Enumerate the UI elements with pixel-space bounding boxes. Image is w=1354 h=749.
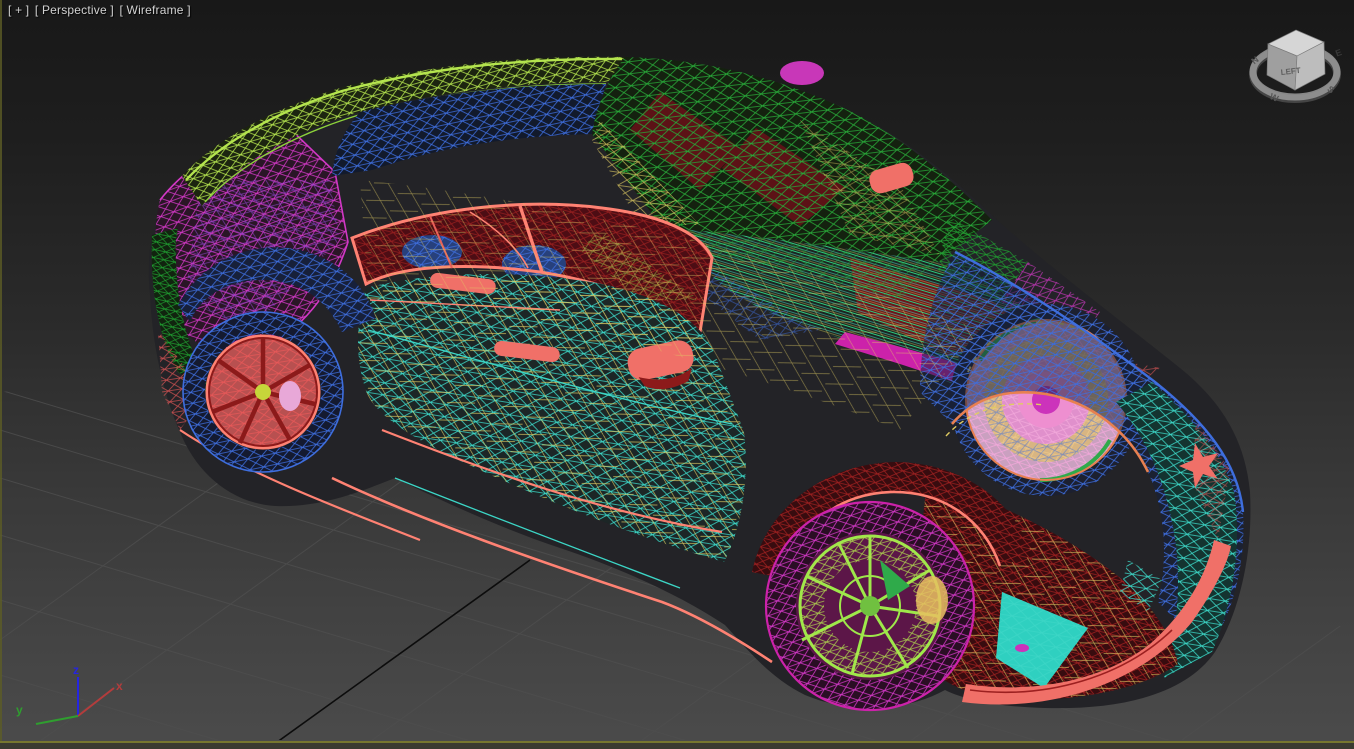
viewport-maximize-menu[interactable]: [ + ] xyxy=(8,3,29,17)
viewport-shading-menu[interactable]: [ Wireframe ] xyxy=(119,3,190,17)
car-wireframe-model[interactable] xyxy=(148,56,1251,712)
scene-canvas[interactable]: z x y xyxy=(0,0,1354,749)
axis-y-label: y xyxy=(16,703,23,717)
viewport-pov-menu[interactable]: [ Perspective ] xyxy=(35,3,114,17)
viewcube[interactable]: LEFT N W S E xyxy=(1240,18,1350,118)
grid-axis-line xyxy=(254,559,531,740)
viewport-border-left xyxy=(0,0,2,749)
axis-z-label: z xyxy=(73,663,79,677)
car-front-wheel[interactable] xyxy=(764,500,976,712)
viewcube-compass-e[interactable]: E xyxy=(1334,47,1343,58)
viewport-label: [ + ] [ Perspective ] [ Wireframe ] xyxy=(8,3,193,17)
viewport-border-bottom xyxy=(0,741,1354,743)
axis-x-label: x xyxy=(116,679,123,693)
car-antenna-blob xyxy=(780,61,824,85)
timeline-strip xyxy=(0,743,1354,749)
perspective-viewport[interactable]: z x y LEFT N W S E [ + ] [ Perspective ]… xyxy=(0,0,1354,749)
viewcube-cube[interactable] xyxy=(1266,29,1326,91)
world-axis-gizmo: z x y xyxy=(16,663,123,725)
car-rear-wheel[interactable] xyxy=(182,311,344,473)
